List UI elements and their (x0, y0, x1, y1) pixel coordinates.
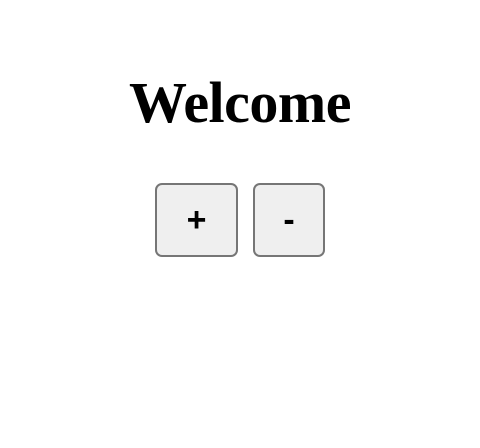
button-row: + - (0, 183, 480, 257)
page-title: Welcome (129, 70, 351, 135)
decrement-button[interactable]: - (253, 183, 325, 257)
page: Welcome + - (0, 0, 480, 448)
increment-button[interactable]: + (155, 183, 238, 257)
